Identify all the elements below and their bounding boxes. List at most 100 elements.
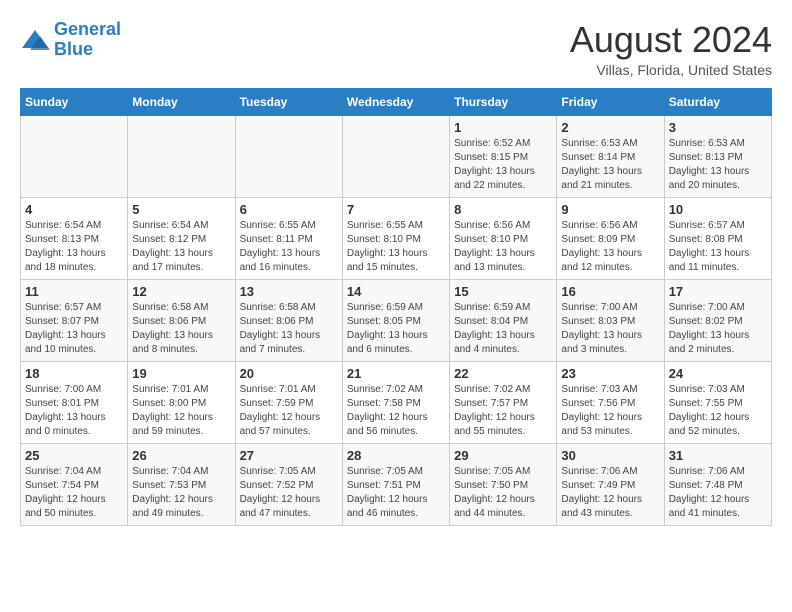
day-info: Sunrise: 6:59 AM Sunset: 8:04 PM Dayligh…	[454, 301, 552, 357]
calendar-cell: 24 Sunrise: 7:03 AM Sunset: 7:55 PM Dayli…	[664, 361, 771, 443]
calendar-cell: 22 Sunrise: 7:02 AM Sunset: 7:57 PM Dayli…	[450, 361, 557, 443]
main-title: August 2024	[570, 20, 772, 60]
day-number: 4	[25, 202, 123, 217]
calendar-cell: 27Sunrise: 7:05 AM Sunset: 7:52 PM Dayli…	[235, 443, 342, 525]
day-info: Sunrise: 7:02 AM Sunset: 7:57 PM Dayligh…	[454, 383, 552, 439]
logo-icon	[20, 28, 50, 52]
day-info: Sunrise: 6:59 AM Sunset: 8:05 PM Dayligh…	[347, 301, 445, 357]
day-number: 10	[669, 202, 767, 217]
calendar-cell: 21 Sunrise: 7:02 AM Sunset: 7:58 PM Dayli…	[342, 361, 449, 443]
day-info: Sunrise: 7:03 AM Sunset: 7:56 PM Dayligh…	[561, 383, 659, 439]
day-number: 21	[347, 366, 445, 381]
day-number: 26	[132, 448, 230, 463]
day-number: 30	[561, 448, 659, 463]
day-of-week-saturday: Saturday	[664, 88, 771, 115]
day-number: 20	[240, 366, 338, 381]
calendar-cell	[21, 115, 128, 197]
day-info: Sunrise: 7:01 AM Sunset: 8:00 PM Dayligh…	[132, 383, 230, 439]
day-number: 28	[347, 448, 445, 463]
logo-line2: Blue	[54, 39, 93, 59]
day-info: Sunrise: 7:04 AM Sunset: 7:54 PM Dayligh…	[25, 465, 123, 521]
day-info: Sunrise: 6:56 AM Sunset: 8:09 PM Dayligh…	[561, 219, 659, 275]
calendar-cell	[342, 115, 449, 197]
calendar: SundayMondayTuesdayWednesdayThursdayFrid…	[20, 88, 772, 526]
calendar-cell: 28 Sunrise: 7:05 AM Sunset: 7:51 PM Dayli…	[342, 443, 449, 525]
day-number: 8	[454, 202, 552, 217]
day-info: Sunrise: 6:56 AM Sunset: 8:10 PM Dayligh…	[454, 219, 552, 275]
week-row-1: 1 Sunrise: 6:52 AM Sunset: 8:15 PM Daylig…	[21, 115, 772, 197]
day-info: Sunrise: 7:05 AM Sunset: 7:51 PM Dayligh…	[347, 465, 445, 521]
day-info: Sunrise: 7:01 AM Sunset: 7:59 PM Dayligh…	[240, 383, 338, 439]
calendar-cell: 2Sunrise: 6:53 AM Sunset: 8:14 PM Daylig…	[557, 115, 664, 197]
calendar-cell: 3Sunrise: 6:53 AM Sunset: 8:13 PM Daylig…	[664, 115, 771, 197]
week-row-5: 25Sunrise: 7:04 AM Sunset: 7:54 PM Dayli…	[21, 443, 772, 525]
day-of-week-wednesday: Wednesday	[342, 88, 449, 115]
day-info: Sunrise: 7:00 AM Sunset: 8:01 PM Dayligh…	[25, 383, 123, 439]
logo-text: General Blue	[54, 20, 121, 60]
day-info: Sunrise: 6:58 AM Sunset: 8:06 PM Dayligh…	[240, 301, 338, 357]
calendar-body: 1 Sunrise: 6:52 AM Sunset: 8:15 PM Daylig…	[21, 115, 772, 525]
calendar-cell: 15Sunrise: 6:59 AM Sunset: 8:04 PM Dayli…	[450, 279, 557, 361]
day-number: 18	[25, 366, 123, 381]
day-number: 16	[561, 284, 659, 299]
day-of-week-monday: Monday	[128, 88, 235, 115]
day-number: 22	[454, 366, 552, 381]
day-info: Sunrise: 6:53 AM Sunset: 8:13 PM Dayligh…	[669, 137, 767, 193]
day-number: 23	[561, 366, 659, 381]
week-row-2: 4Sunrise: 6:54 AM Sunset: 8:13 PM Daylig…	[21, 197, 772, 279]
day-info: Sunrise: 6:55 AM Sunset: 8:11 PM Dayligh…	[240, 219, 338, 275]
title-block: August 2024 Villas, Florida, United Stat…	[570, 20, 772, 78]
day-info: Sunrise: 7:06 AM Sunset: 7:49 PM Dayligh…	[561, 465, 659, 521]
calendar-cell: 26 Sunrise: 7:04 AM Sunset: 7:53 PM Dayli…	[128, 443, 235, 525]
day-number: 2	[561, 120, 659, 135]
day-of-week-sunday: Sunday	[21, 88, 128, 115]
days-of-week-row: SundayMondayTuesdayWednesdayThursdayFrid…	[21, 88, 772, 115]
day-info: Sunrise: 7:02 AM Sunset: 7:58 PM Dayligh…	[347, 383, 445, 439]
day-number: 19	[132, 366, 230, 381]
day-info: Sunrise: 6:52 AM Sunset: 8:15 PM Dayligh…	[454, 137, 552, 193]
calendar-cell: 1 Sunrise: 6:52 AM Sunset: 8:15 PM Daylig…	[450, 115, 557, 197]
calendar-cell: 16 Sunrise: 7:00 AM Sunset: 8:03 PM Dayli…	[557, 279, 664, 361]
calendar-cell: 5 Sunrise: 6:54 AM Sunset: 8:12 PM Daylig…	[128, 197, 235, 279]
logo: General Blue	[20, 20, 121, 60]
calendar-header: SundayMondayTuesdayWednesdayThursdayFrid…	[21, 88, 772, 115]
day-number: 6	[240, 202, 338, 217]
calendar-cell	[128, 115, 235, 197]
day-info: Sunrise: 7:00 AM Sunset: 8:03 PM Dayligh…	[561, 301, 659, 357]
calendar-cell: 17Sunrise: 7:00 AM Sunset: 8:02 PM Dayli…	[664, 279, 771, 361]
subtitle: Villas, Florida, United States	[570, 62, 772, 78]
day-number: 24	[669, 366, 767, 381]
day-info: Sunrise: 7:00 AM Sunset: 8:02 PM Dayligh…	[669, 301, 767, 357]
week-row-3: 11Sunrise: 6:57 AM Sunset: 8:07 PM Dayli…	[21, 279, 772, 361]
day-info: Sunrise: 7:05 AM Sunset: 7:50 PM Dayligh…	[454, 465, 552, 521]
calendar-cell: 10Sunrise: 6:57 AM Sunset: 8:08 PM Dayli…	[664, 197, 771, 279]
day-number: 5	[132, 202, 230, 217]
day-info: Sunrise: 6:55 AM Sunset: 8:10 PM Dayligh…	[347, 219, 445, 275]
calendar-cell: 11Sunrise: 6:57 AM Sunset: 8:07 PM Dayli…	[21, 279, 128, 361]
day-info: Sunrise: 6:54 AM Sunset: 8:12 PM Dayligh…	[132, 219, 230, 275]
calendar-cell: 25Sunrise: 7:04 AM Sunset: 7:54 PM Dayli…	[21, 443, 128, 525]
page-header: General Blue August 2024 Villas, Florida…	[20, 20, 772, 78]
calendar-cell: 20 Sunrise: 7:01 AM Sunset: 7:59 PM Dayli…	[235, 361, 342, 443]
calendar-cell: 6 Sunrise: 6:55 AM Sunset: 8:11 PM Daylig…	[235, 197, 342, 279]
day-number: 31	[669, 448, 767, 463]
day-number: 7	[347, 202, 445, 217]
day-of-week-friday: Friday	[557, 88, 664, 115]
logo-line1: General	[54, 19, 121, 39]
day-number: 1	[454, 120, 552, 135]
calendar-cell: 9Sunrise: 6:56 AM Sunset: 8:09 PM Daylig…	[557, 197, 664, 279]
day-info: Sunrise: 7:04 AM Sunset: 7:53 PM Dayligh…	[132, 465, 230, 521]
day-number: 12	[132, 284, 230, 299]
calendar-cell: 31Sunrise: 7:06 AM Sunset: 7:48 PM Dayli…	[664, 443, 771, 525]
day-number: 29	[454, 448, 552, 463]
calendar-cell: 29 Sunrise: 7:05 AM Sunset: 7:50 PM Dayli…	[450, 443, 557, 525]
day-of-week-thursday: Thursday	[450, 88, 557, 115]
day-number: 27	[240, 448, 338, 463]
day-info: Sunrise: 7:03 AM Sunset: 7:55 PM Dayligh…	[669, 383, 767, 439]
calendar-cell: 19 Sunrise: 7:01 AM Sunset: 8:00 PM Dayli…	[128, 361, 235, 443]
calendar-cell: 12Sunrise: 6:58 AM Sunset: 8:06 PM Dayli…	[128, 279, 235, 361]
day-info: Sunrise: 6:57 AM Sunset: 8:07 PM Dayligh…	[25, 301, 123, 357]
calendar-cell	[235, 115, 342, 197]
calendar-cell: 18 Sunrise: 7:00 AM Sunset: 8:01 PM Dayli…	[21, 361, 128, 443]
week-row-4: 18 Sunrise: 7:00 AM Sunset: 8:01 PM Dayli…	[21, 361, 772, 443]
